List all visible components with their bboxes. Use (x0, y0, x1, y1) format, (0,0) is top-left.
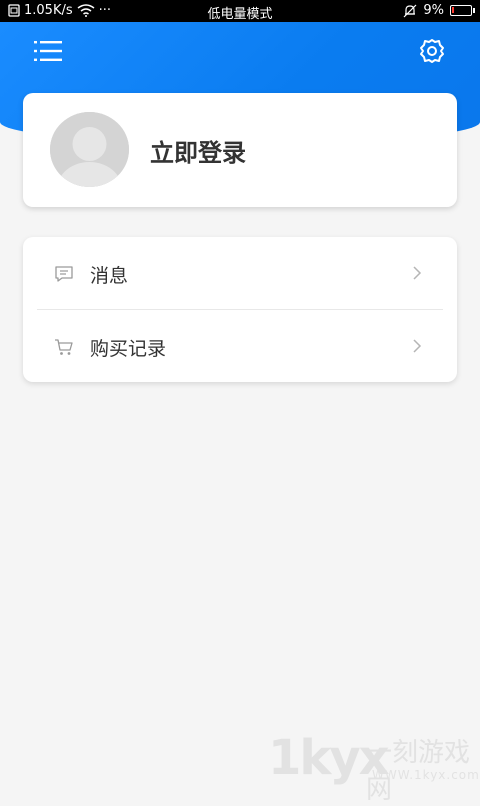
menu-icon[interactable] (34, 40, 62, 62)
chevron-right-icon (413, 339, 422, 353)
menu-item-label: 购买记录 (90, 338, 167, 360)
watermark-url: WWW.1kyx.com (372, 768, 480, 782)
login-label[interactable]: 立即登录 (150, 133, 246, 168)
mute-bell-icon (403, 4, 417, 17)
watermark: 1kyx 一刻游戏网 WWW.1kyx.com (268, 730, 480, 805)
status-bar: 1.05K/s ··· 低电量模式 9% (0, 0, 480, 22)
cart-icon (55, 339, 73, 355)
menu-card: 消息 购买记录 (23, 237, 457, 382)
message-icon (55, 266, 73, 282)
chevron-right-icon (413, 266, 422, 280)
status-right: 9% (403, 3, 475, 18)
menu-item-label: 消息 (90, 265, 129, 287)
default-avatar-icon (50, 112, 129, 187)
menu-item-purchase-history[interactable]: 购买记录 (23, 310, 457, 382)
login-card[interactable]: 立即登录 (23, 93, 457, 207)
gear-icon[interactable] (418, 37, 446, 65)
battery-level (452, 7, 454, 13)
battery-percent: 9% (423, 3, 444, 18)
menu-item-messages[interactable]: 消息 (23, 237, 457, 309)
avatar[interactable] (50, 112, 129, 187)
battery-icon (450, 5, 475, 16)
